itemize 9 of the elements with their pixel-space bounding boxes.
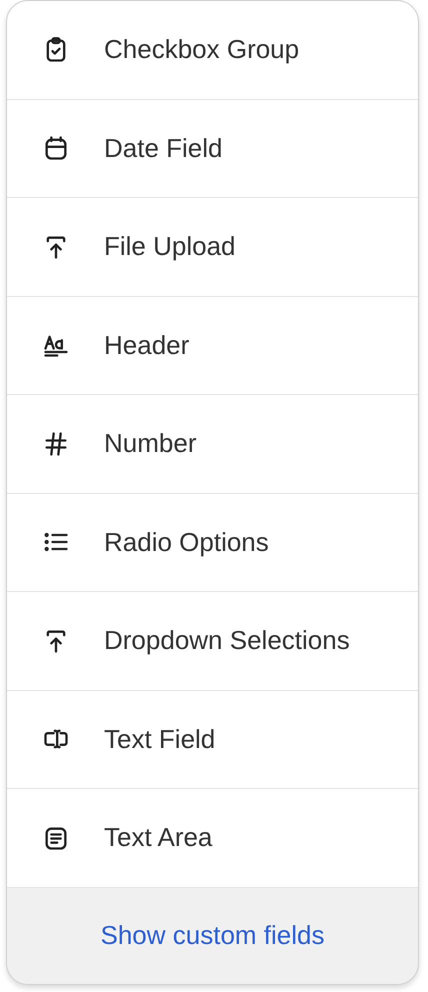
menu-item[interactable]: Number — [7, 395, 418, 494]
menu-item[interactable]: File Upload — [7, 198, 418, 296]
menu-item[interactable]: Checkbox Group — [7, 1, 418, 100]
menu-item[interactable]: Dropdown Selections — [7, 592, 418, 690]
menu-item[interactable]: Date Field — [7, 100, 418, 198]
menu-item[interactable]: Header — [7, 296, 418, 395]
menu-item[interactable]: Text Field — [7, 690, 418, 789]
show-custom-fields-link[interactable]: Show custom fields — [100, 920, 324, 952]
menu-item[interactable]: Radio Options — [7, 494, 418, 592]
